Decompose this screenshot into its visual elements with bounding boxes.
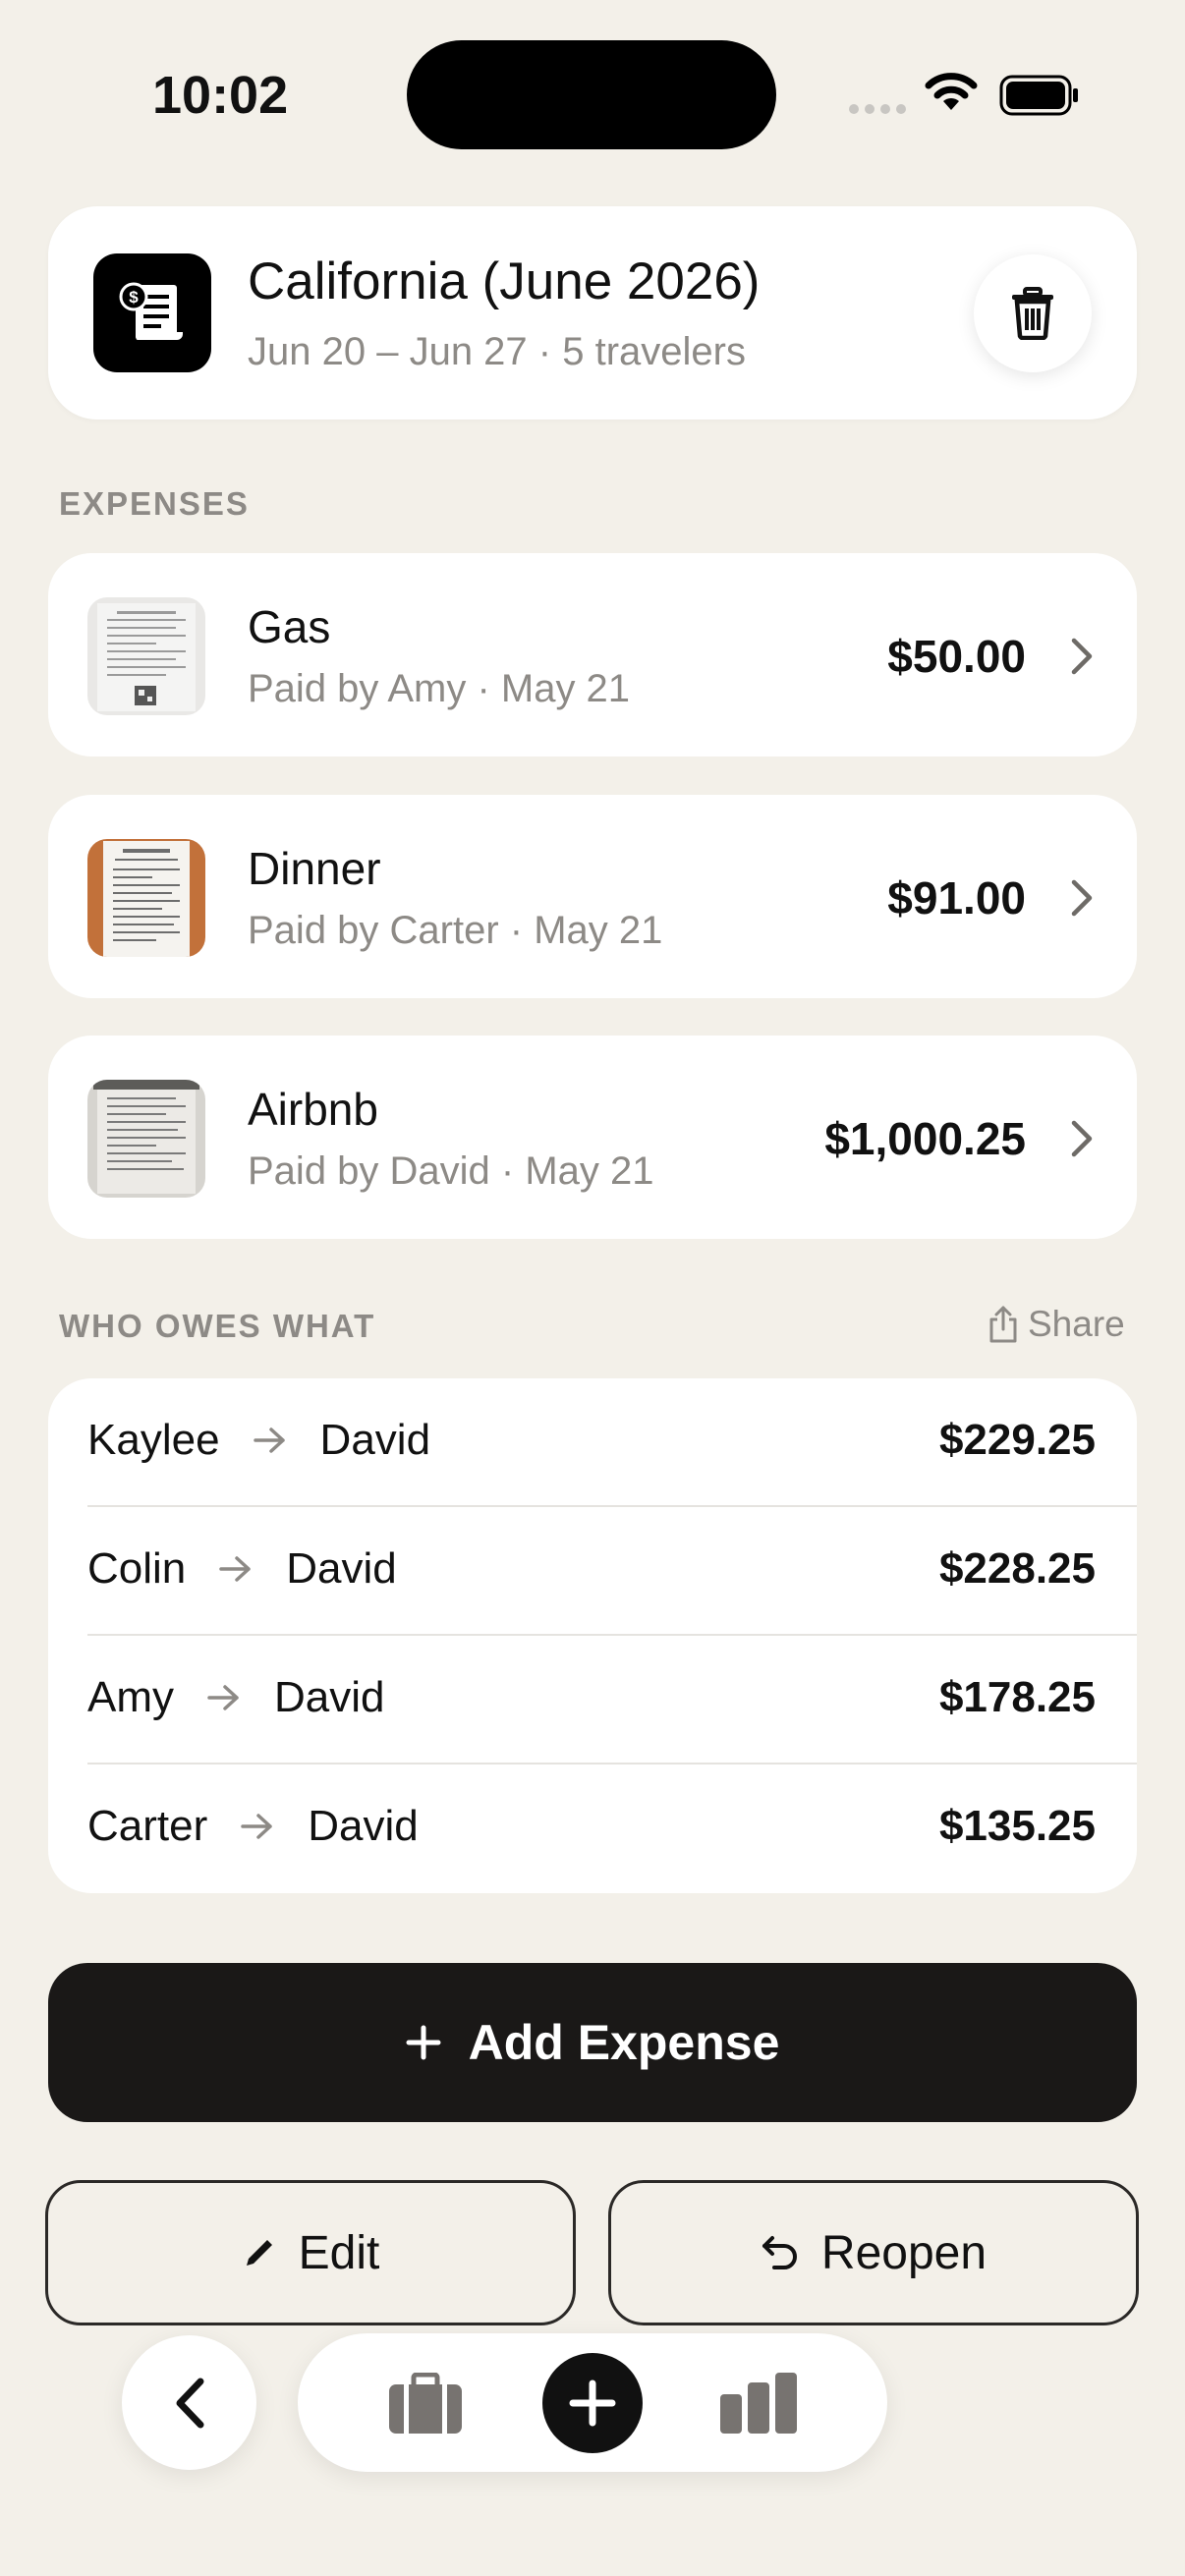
back-button[interactable] [122,2335,256,2470]
expense-item-dinner[interactable]: Dinner Paid by Carter · May 21 $91.00 [48,795,1137,998]
expense-name: Dinner [248,843,381,894]
expense-subtitle: Paid by David · May 21 [248,1149,654,1193]
dynamic-island [407,40,776,149]
expense-name: Airbnb [248,1084,378,1135]
receipt-thumbnail [87,597,205,715]
arrow-right-icon [207,1685,239,1710]
expense-subtitle: Paid by Carter · May 21 [248,909,663,952]
settlement-row: Carter David $135.25 [48,1764,1137,1893]
delete-trip-button[interactable] [974,254,1092,372]
arrow-right-icon [241,1814,272,1839]
payee-name: David [308,1802,419,1850]
pencil-icon [246,2240,272,2266]
owes-section-label: WHO OWES WHAT [59,1308,376,1344]
undo-arrow-icon [762,2236,797,2269]
battery-icon [999,75,1078,116]
share-icon [989,1306,1017,1343]
expense-amount: $1,000.25 [824,1113,1026,1164]
cellular-signal-icon [849,104,906,114]
payer-name: Carter [87,1802,208,1850]
trip-title: California (June 2026) [248,252,761,310]
payer-name: Kaylee [87,1416,220,1464]
plus-icon [406,2025,441,2060]
expense-subtitle: Paid by Amy · May 21 [248,667,631,710]
payee-name: David [274,1673,385,1721]
expense-name: Gas [248,601,331,652]
chevron-right-icon [1071,1120,1093,1157]
status-time: 10:02 [152,66,289,125]
plus-icon [569,2380,616,2427]
settlements-list: Kaylee David $229.25 Colin David $228.25… [48,1378,1137,1893]
chart-icon[interactable] [718,2371,801,2436]
edit-button[interactable]: Edit [45,2180,576,2325]
settlement-amount: $229.25 [938,1416,1096,1464]
status-bar: 10:02 [0,0,1185,187]
share-button[interactable]: Share [988,1304,1125,1345]
share-label: Share [1028,1304,1125,1344]
chevron-right-icon [1071,879,1093,917]
expense-item-airbnb[interactable]: Airbnb Paid by David · May 21 $1,000.25 [48,1036,1137,1239]
payer-name: Amy [87,1673,174,1721]
expense-amount: $50.00 [887,631,1026,682]
settlement-row: Kaylee David $229.25 [48,1378,1137,1507]
new-trip-button[interactable] [542,2353,643,2453]
receipt-dollar-icon: $ [93,253,211,372]
trash-icon [1012,287,1053,340]
payer-name: Colin [87,1544,187,1593]
settlement-amount: $178.25 [938,1673,1096,1721]
trip-subtitle: Jun 20 – Jun 27 · 5 travelers [248,330,746,373]
suitcase-icon[interactable] [387,2373,464,2436]
reopen-label: Reopen [820,2226,988,2279]
expenses-section-label: EXPENSES [59,485,250,522]
settlement-amount: $228.25 [938,1544,1096,1593]
settlement-row: Amy David $178.25 [48,1636,1137,1764]
edit-label: Edit [298,2226,380,2279]
trip-header-card: $ California (June 2026) Jun 20 – Jun 27… [48,206,1137,420]
receipt-thumbnail [87,1080,205,1198]
tab-bar [298,2333,887,2472]
receipt-thumbnail [87,839,205,957]
reopen-button[interactable]: Reopen [608,2180,1139,2325]
settlement-row: Colin David $228.25 [48,1507,1137,1636]
payee-name: David [319,1416,431,1464]
chevron-right-icon [1071,638,1093,675]
back-icon [176,2378,203,2428]
add-expense-label: Add Expense [468,2015,780,2070]
settlement-amount: $135.25 [938,1802,1096,1850]
wifi-icon [925,73,978,110]
arrow-right-icon [253,1428,285,1453]
expense-item-gas[interactable]: Gas Paid by Amy · May 21 $50.00 [48,553,1137,756]
add-expense-button[interactable]: Add Expense [48,1963,1137,2122]
arrow-right-icon [219,1556,252,1582]
payee-name: David [286,1544,397,1593]
expense-amount: $91.00 [887,872,1026,924]
svg-text:$: $ [129,288,139,307]
